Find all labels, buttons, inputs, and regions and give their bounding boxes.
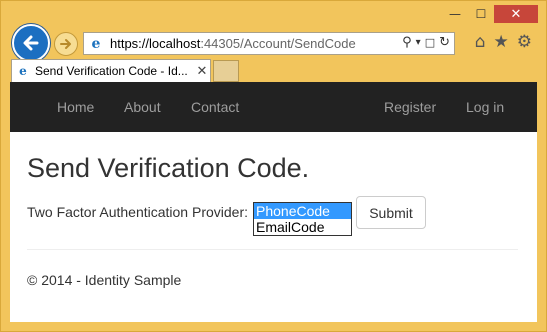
maximize-button[interactable]: ☐: [468, 5, 494, 23]
nav-home-link[interactable]: Home: [57, 99, 94, 115]
tab-close-icon[interactable]: ✕: [194, 64, 210, 79]
site-navbar: Home About Contact Register Log in: [10, 82, 537, 132]
provider-select[interactable]: PhoneCode EmailCode: [253, 202, 352, 236]
page-viewport: Home About Contact Register Log in Send …: [10, 82, 537, 322]
address-bar[interactable]: e https://localhost:44305/Account/SendCo…: [83, 32, 455, 55]
minimize-button[interactable]: —: [442, 5, 468, 23]
chevron-down-icon[interactable]: ▾: [416, 37, 421, 48]
url-host: https://localhost: [110, 36, 201, 51]
close-window-button[interactable]: ✕: [494, 5, 538, 23]
ie-tab-icon: e: [19, 64, 27, 78]
forward-button[interactable]: [54, 32, 78, 56]
tab-title: Send Verification Code - Id...: [35, 64, 188, 78]
url-path: :44305/Account/SendCode: [200, 36, 356, 51]
browser-toolbar-right: ⌂ ★ ⚙: [475, 32, 532, 52]
browser-window: — ☐ ✕ e https://localhost:44305/Account/…: [0, 0, 547, 332]
window-controls: — ☐ ✕: [442, 5, 538, 23]
lock-icon[interactable]: □: [425, 36, 435, 49]
search-icon[interactable]: ⚲: [402, 35, 412, 50]
home-icon[interactable]: ⌂: [475, 32, 486, 52]
favorites-star-icon[interactable]: ★: [494, 32, 509, 52]
new-tab-button[interactable]: [213, 60, 239, 82]
nav-contact-link[interactable]: Contact: [191, 99, 239, 115]
provider-option-phonecode[interactable]: PhoneCode: [254, 203, 351, 219]
page-title: Send Verification Code.: [27, 153, 310, 183]
forward-arrow-icon: [60, 39, 71, 49]
provider-label: Two Factor Authentication Provider:: [27, 204, 248, 220]
provider-option-emailcode[interactable]: EmailCode: [254, 219, 351, 235]
nav-register-link[interactable]: Register: [384, 99, 436, 115]
submit-button[interactable]: Submit: [356, 196, 426, 229]
ie-page-icon: e: [91, 35, 101, 52]
back-button[interactable]: [12, 24, 50, 62]
divider: [27, 249, 518, 250]
nav-about-link[interactable]: About: [124, 99, 161, 115]
refresh-icon[interactable]: ↻: [439, 35, 450, 50]
address-tools: ⚲ ▾ □ ↻: [402, 35, 450, 50]
settings-gear-icon[interactable]: ⚙: [517, 32, 532, 52]
footer-text: © 2014 - Identity Sample: [27, 272, 182, 288]
nav-login-link[interactable]: Log in: [466, 99, 504, 115]
back-arrow-icon: [23, 35, 39, 51]
browser-tab[interactable]: e Send Verification Code - Id... ✕: [11, 59, 211, 82]
address-url[interactable]: https://localhost:44305/Account/SendCode: [110, 36, 356, 51]
